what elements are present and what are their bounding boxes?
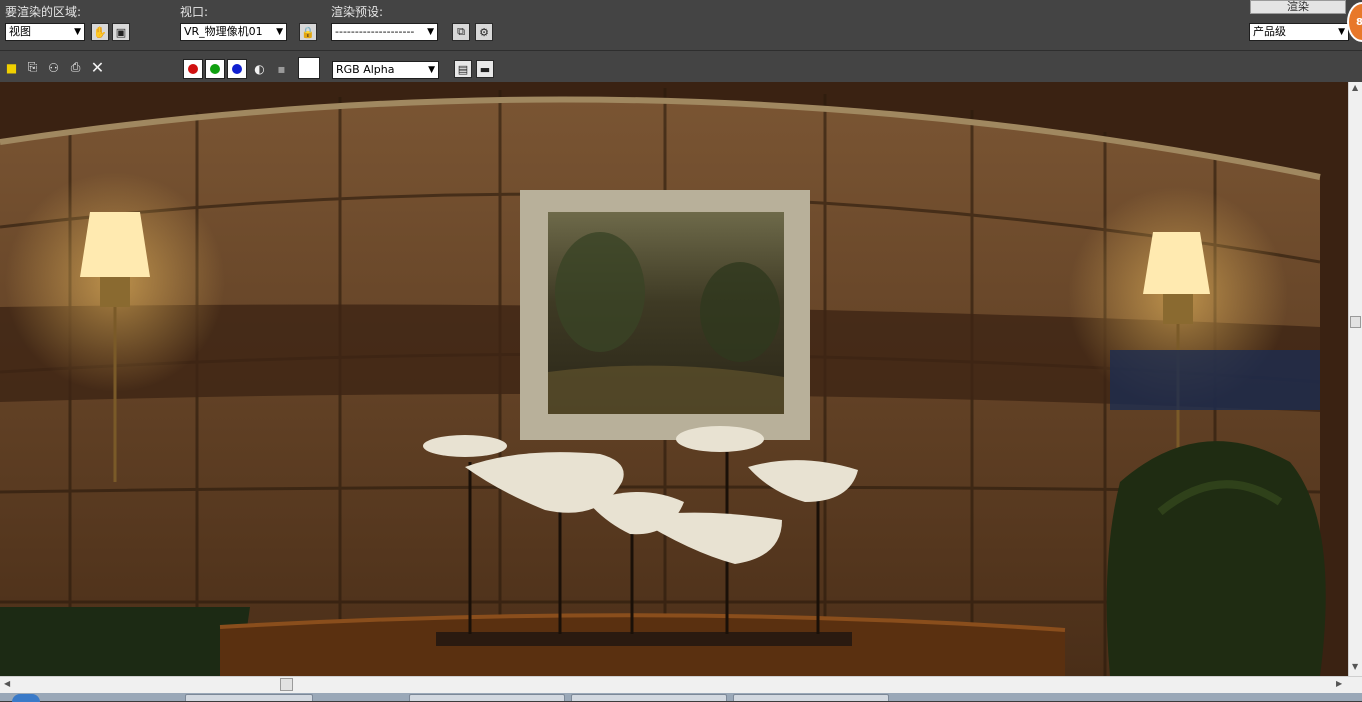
green-channel-button[interactable] — [205, 59, 225, 79]
scroll-left-icon[interactable]: ◀ — [4, 679, 10, 688]
viewport-label: 视口: — [180, 5, 209, 19]
render-region-label: 要渲染的区域: — [5, 5, 82, 19]
render-region-value: 视图 — [9, 25, 31, 38]
gear-icon[interactable]: ⚙ — [475, 23, 493, 41]
render-quality-select[interactable]: 产品级 ▼ — [1249, 23, 1349, 41]
mono-icon[interactable]: ▪ — [273, 60, 290, 77]
blue-channel-button[interactable] — [227, 59, 247, 79]
alpha-icon[interactable]: ◐ — [251, 60, 268, 77]
vertical-scroll-thumb[interactable] — [1350, 316, 1361, 328]
green-dot-icon — [210, 64, 220, 74]
horizontal-scrollbar[interactable]: ◀ ▶ — [0, 676, 1362, 693]
folder-icon[interactable]: ⧉ — [452, 23, 470, 41]
hand-icon[interactable]: ✋ — [91, 23, 109, 41]
taskbar-item[interactable] — [571, 694, 727, 701]
chevron-down-icon: ▼ — [276, 27, 283, 37]
notification-badge[interactable]: 85 — [1347, 2, 1362, 42]
render-frame-toolbar: 要渲染的区域: 视图 ▼ ✋ ▣ 视口: VR_物理像机01 ▼ 🔒 渲染预设: -… — [0, 0, 1362, 82]
clone-icon[interactable]: ⎘ — [24, 59, 41, 76]
taskbar-item[interactable] — [733, 694, 889, 701]
taskbar-item[interactable] — [409, 694, 565, 701]
render-preset-label: 渲染预设: — [331, 5, 384, 19]
horizontal-scroll-thumb[interactable] — [280, 678, 293, 691]
save-icon[interactable]: ■ — [3, 59, 20, 76]
toolbar-divider — [0, 50, 1362, 51]
red-dot-icon — [188, 64, 198, 74]
close-icon[interactable]: ✕ — [89, 58, 106, 77]
render-preset-select[interactable]: -------------------- ▼ — [331, 23, 438, 41]
render-region-select[interactable]: 视图 ▼ — [5, 23, 85, 41]
scroll-right-icon[interactable]: ▶ — [1336, 679, 1342, 688]
viewport-select[interactable]: VR_物理像机01 ▼ — [180, 23, 287, 41]
render-button[interactable]: 渲染 — [1250, 0, 1346, 14]
chevron-down-icon: ▼ — [1338, 27, 1345, 37]
people-icon[interactable]: ⚇ — [45, 59, 62, 76]
red-channel-button[interactable] — [183, 59, 203, 79]
channel-select[interactable]: RGB Alpha ▼ — [332, 61, 439, 79]
chevron-down-icon: ▼ — [428, 65, 435, 75]
windows-taskbar — [0, 693, 1362, 702]
chevron-down-icon: ▼ — [427, 27, 434, 37]
print-icon[interactable]: ⎙ — [67, 59, 84, 76]
render-preset-value: -------------------- — [335, 25, 415, 38]
scroll-down-icon[interactable]: ▼ — [1352, 662, 1358, 671]
chevron-down-icon: ▼ — [74, 27, 81, 37]
taskbar-item[interactable] — [185, 694, 313, 701]
lock-icon[interactable]: 🔒 — [299, 23, 317, 41]
frame-icon[interactable]: ▬ — [476, 60, 494, 78]
copy-icon[interactable]: ▣ — [112, 23, 130, 41]
scroll-up-icon[interactable]: ▲ — [1352, 83, 1358, 92]
blue-dot-icon — [232, 64, 242, 74]
render-quality-value: 产品级 — [1253, 25, 1286, 38]
color-swatch[interactable] — [298, 57, 320, 79]
viewport-value: VR_物理像机01 — [184, 25, 263, 38]
channel-value: RGB Alpha — [336, 63, 395, 76]
render-viewport — [0, 82, 1348, 676]
vertical-scrollbar[interactable]: ▲ ▼ — [1348, 82, 1362, 676]
rendered-image — [0, 82, 1348, 676]
display-icon[interactable]: ▤ — [454, 60, 472, 78]
